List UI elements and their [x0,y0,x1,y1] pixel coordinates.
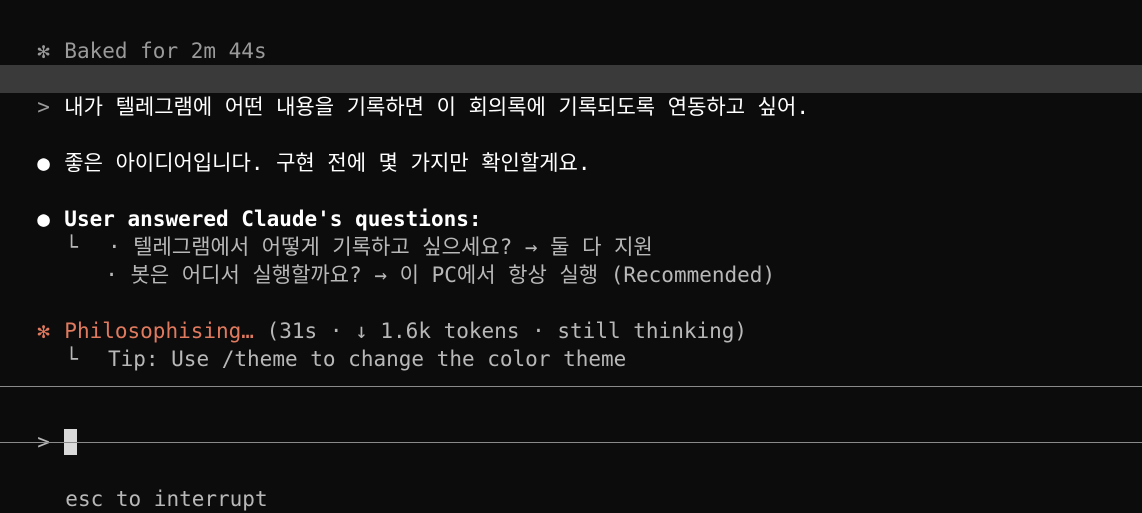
thinking-line: ✻ Philosophising… (31s · ↓ 1.6k tokens · … [12,289,747,343]
interrupt-hint: esc to interrupt [65,487,268,511]
status-text: Baked for 2m 44s [64,39,267,63]
input-field[interactable]: > [12,400,78,455]
assistant-message-text: 좋은 아이디어입니다. 구현 전에 몇 가지만 확인할게요. [64,151,591,175]
user-message: > 내가 텔레그램에 어떤 내용을 기록하면 이 회의록에 기록되도록 연동하고 … [12,65,809,119]
answer-item: · 봇은 어디서 실행할까요? → 이 PC에서 항상 실행 (Recommen… [80,233,775,287]
asterisk-icon: ✻ [37,39,50,63]
input-bottom-divider [0,442,1142,443]
branch-icon: └ [65,347,78,371]
input-top-divider [0,386,1142,387]
branch-icon: └ [65,235,78,259]
bullet-icon: ● [37,151,50,175]
answer-item: └ · 텔레그램에서 어떻게 기록하고 싶으세요? → 둘 다 지원 [40,205,652,259]
status-line: ✻ Baked for 2m 44s [12,9,266,63]
tip-line: └ Tip: Use /theme to change the color the… [40,317,626,371]
footer-hint: esc to interrupt [40,457,267,511]
user-message-text: 내가 텔레그램에 어떤 내용을 기록하면 이 회의록에 기록되도록 연동하고 싶… [64,95,809,119]
tip-text: Tip: Use /theme to change the color them… [107,347,627,371]
answers-header: ● User answered Claude's questions: [12,177,481,231]
answer-item-text: · 봇은 어디서 실행할까요? → 이 PC에서 항상 실행 (Recommen… [105,263,776,287]
assistant-message: ● 좋은 아이디어입니다. 구현 전에 몇 가지만 확인할게요. [12,121,590,175]
prompt-icon: > [37,95,50,119]
